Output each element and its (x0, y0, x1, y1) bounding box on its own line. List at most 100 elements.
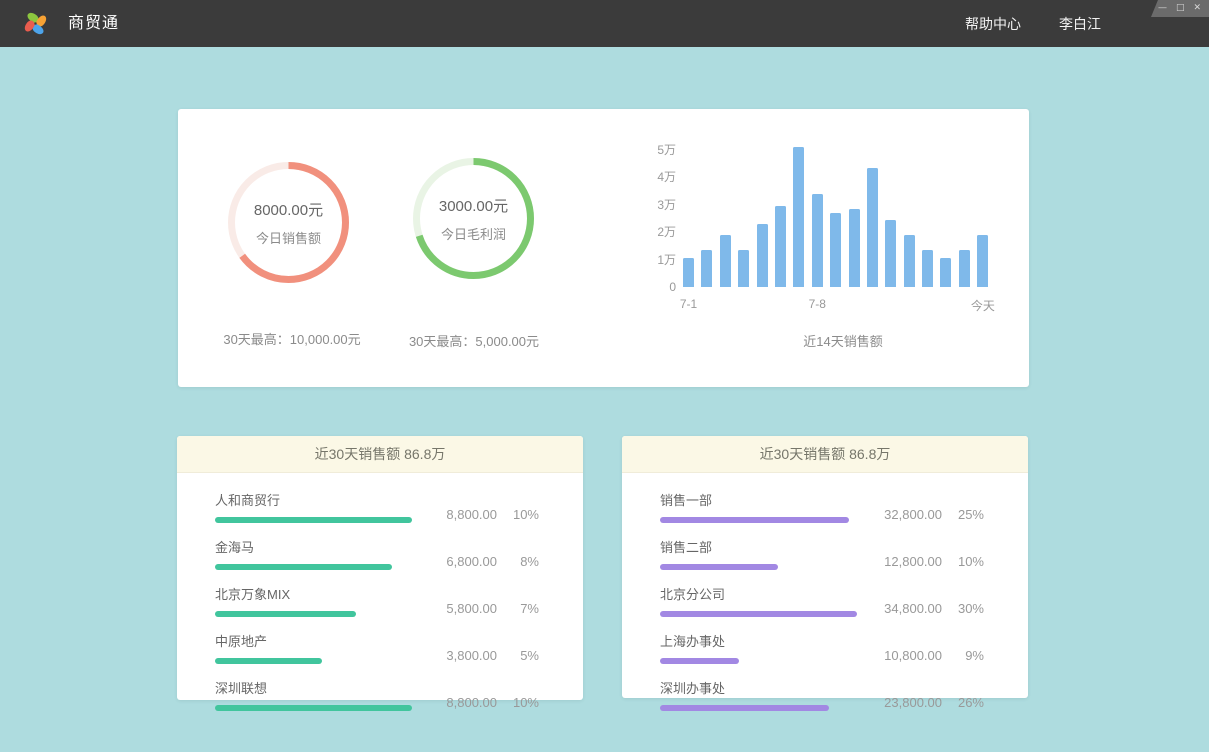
x-tick-label: 7-1 (667, 297, 711, 311)
rank-item-percent: 8% (497, 554, 539, 569)
rank-item-value: 12,800.00 (884, 554, 942, 569)
rank-item-name: 深圳办事处 (660, 678, 857, 697)
bar (885, 220, 896, 287)
bar (738, 250, 749, 287)
bar (720, 235, 731, 287)
today-profit-value: 3000.00元 (439, 195, 508, 216)
bar (830, 213, 841, 287)
help-center-link[interactable]: 帮助中心 (965, 14, 1021, 34)
app-logo-pinwheel-icon (22, 10, 49, 37)
today-profit-label: 今日毛利润 (441, 224, 506, 243)
rank-item-bar (215, 705, 412, 711)
top-bar: 商贸通 帮助中心 李白江 — □ ✕ (0, 0, 1209, 47)
rank-item-value: 34,800.00 (884, 601, 942, 616)
rank-row: 人和商贸行 8,800.00 10% (215, 490, 539, 523)
maximize-icon[interactable]: □ (1176, 4, 1185, 13)
bar (940, 258, 951, 287)
profit-30day-max: 30天最高：5,000.00元 (374, 331, 574, 350)
rank-item-value: 8,800.00 (446, 507, 497, 522)
today-sales-label: 今日销售额 (256, 228, 321, 247)
bar (701, 250, 712, 287)
rank-item-percent: 25% (942, 507, 984, 522)
rank-row: 金海马 6,800.00 8% (215, 537, 539, 570)
rank-item-value: 3,800.00 (446, 648, 497, 663)
left-rank-title: 近30天销售额 86.8万 (177, 436, 583, 473)
right-rank-title: 近30天销售额 86.8万 (622, 436, 1028, 473)
rank-item-value: 5,800.00 (446, 601, 497, 616)
y-tick-label: 4万 (638, 170, 676, 184)
bar (812, 194, 823, 287)
rank-item-name: 销售一部 (660, 490, 857, 509)
rank-row: 中原地产 3,800.00 5% (215, 631, 539, 664)
rank-item-bar (215, 658, 322, 664)
chart-title: 近14天销售额 (683, 331, 1003, 350)
bar (904, 235, 915, 287)
y-tick-label: 1万 (638, 253, 676, 267)
customer-sales-rank-card: 近30天销售额 86.8万 人和商贸行 8,800.00 10% 金海马 6,8… (177, 436, 583, 700)
rank-item-percent: 10% (497, 507, 539, 522)
rank-item-percent: 30% (942, 601, 984, 616)
rank-item-value: 10,800.00 (884, 648, 942, 663)
sales-30day-max: 30天最高：10,000.00元 (192, 329, 392, 348)
close-icon[interactable]: ✕ (1193, 4, 1201, 13)
rank-row: 北京分公司 34,800.00 30% (660, 584, 984, 617)
bar (757, 224, 768, 287)
rank-item-percent: 26% (942, 695, 984, 710)
y-tick-label: 2万 (638, 225, 676, 239)
bar (849, 209, 860, 287)
right-rank-list: 销售一部 32,800.00 25% 销售二部 12,800.00 10% 北京… (622, 473, 1028, 711)
rank-item-percent: 10% (497, 695, 539, 710)
today-profit-donut: 3000.00元 今日毛利润 (410, 155, 537, 282)
rank-item-percent: 5% (497, 648, 539, 663)
department-sales-rank-card: 近30天销售额 86.8万 销售一部 32,800.00 25% 销售二部 12… (622, 436, 1028, 698)
sales-14day-bar-chart: 0 1万 2万 3万 4万 5万 7-1 7-8 今天 近14天销售额 (638, 139, 1008, 354)
bar (867, 168, 878, 287)
window-controls: — □ ✕ (1151, 0, 1209, 17)
chart-plot-area (683, 137, 991, 287)
rank-item-name: 销售二部 (660, 537, 857, 556)
rank-item-percent: 9% (942, 648, 984, 663)
rank-item-bar (215, 517, 412, 523)
rank-row: 上海办事处 10,800.00 9% (660, 631, 984, 664)
user-name-link[interactable]: 李白江 (1059, 14, 1101, 34)
rank-item-bar (215, 564, 392, 570)
rank-item-name: 金海马 (215, 537, 412, 556)
y-tick-label: 5万 (638, 143, 676, 157)
today-sales-donut: 8000.00元 今日销售额 (225, 159, 352, 286)
rank-item-bar (660, 564, 778, 570)
rank-item-bar (660, 705, 829, 711)
rank-item-bar (215, 611, 356, 617)
rank-item-value: 32,800.00 (884, 507, 942, 522)
rank-item-name: 人和商贸行 (215, 490, 412, 509)
bar (793, 147, 804, 287)
rank-item-percent: 7% (497, 601, 539, 616)
rank-row: 深圳办事处 23,800.00 26% (660, 678, 984, 711)
rank-item-name: 深圳联想 (215, 678, 412, 697)
bar (977, 235, 988, 287)
summary-card: 8000.00元 今日销售额 30天最高：10,000.00元 3000.00元… (178, 109, 1029, 387)
today-sales-value: 8000.00元 (254, 199, 323, 220)
rank-item-bar (660, 611, 857, 617)
rank-row: 销售一部 32,800.00 25% (660, 490, 984, 523)
rank-item-bar (660, 658, 739, 664)
rank-item-value: 23,800.00 (884, 695, 942, 710)
bar (959, 250, 970, 287)
app-title: 商贸通 (68, 0, 119, 47)
rank-item-percent: 10% (942, 554, 984, 569)
rank-item-value: 6,800.00 (446, 554, 497, 569)
rank-row: 深圳联想 8,800.00 10% (215, 678, 539, 711)
x-tick-label: 7-8 (795, 297, 839, 311)
rank-item-name: 北京万象MIX (215, 584, 412, 603)
left-rank-list: 人和商贸行 8,800.00 10% 金海马 6,800.00 8% 北京万象M… (177, 473, 583, 711)
x-tick-label: 今天 (961, 297, 1005, 314)
bar (683, 258, 694, 287)
rank-item-name: 北京分公司 (660, 584, 857, 603)
rank-item-name: 中原地产 (215, 631, 412, 650)
y-tick-label: 0 (638, 280, 676, 294)
rank-item-value: 8,800.00 (446, 695, 497, 710)
rank-row: 北京万象MIX 5,800.00 7% (215, 584, 539, 617)
rank-row: 销售二部 12,800.00 10% (660, 537, 984, 570)
minimize-icon[interactable]: — (1158, 4, 1167, 13)
y-tick-label: 3万 (638, 198, 676, 212)
bar (922, 250, 933, 287)
